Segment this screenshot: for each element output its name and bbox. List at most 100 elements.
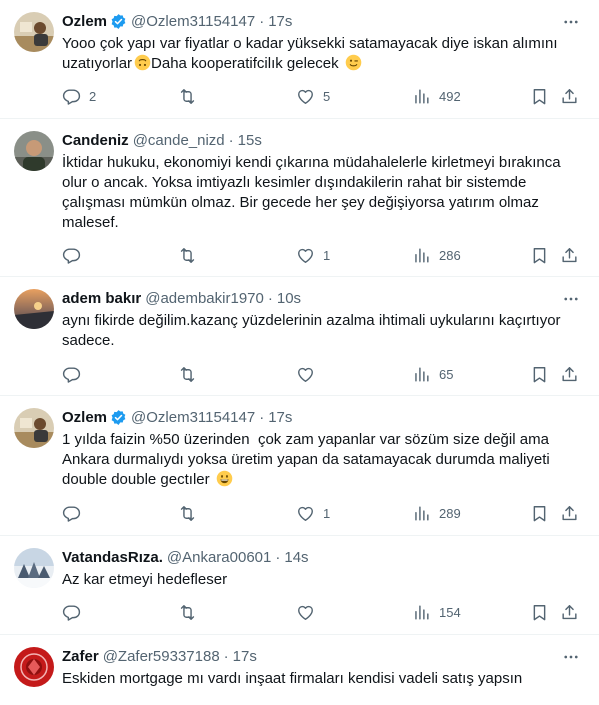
- tweet-actions: 65: [0, 362, 599, 386]
- reply-button[interactable]: [62, 600, 81, 624]
- separator-dot: ·: [228, 131, 234, 149]
- views-button[interactable]: 154: [412, 600, 461, 624]
- avatar[interactable]: [14, 289, 54, 329]
- more-options-icon[interactable]: [561, 289, 581, 309]
- repost-icon: [178, 603, 197, 622]
- grinning-face-emoji-icon: [216, 470, 233, 487]
- share-button[interactable]: [560, 362, 579, 386]
- display-name[interactable]: Zafer: [62, 648, 99, 665]
- tweet-text-line: uzatıyorlar: [62, 55, 133, 72]
- tweet[interactable]: VatandasRıza. @Ankara00601 · 14s Az kar …: [0, 536, 599, 635]
- more-options-icon[interactable]: [561, 647, 581, 667]
- repost-icon: [178, 365, 197, 384]
- display-name[interactable]: VatandasRıza.: [62, 549, 163, 566]
- tweet[interactable]: Zafer @Zafer59337188 · 17s Eskiden mortg…: [0, 635, 599, 705]
- tweet-actions: 154: [0, 600, 599, 624]
- reply-button[interactable]: [62, 362, 81, 386]
- user-handle[interactable]: @Ozlem31154147: [131, 13, 255, 30]
- avatar[interactable]: [14, 12, 54, 52]
- tweet[interactable]: adem bakır @adembakir1970 · 10s aynı fik…: [0, 277, 599, 396]
- bookmark-button[interactable]: [530, 501, 549, 525]
- view-count: 492: [439, 88, 461, 104]
- repost-button[interactable]: [178, 243, 197, 267]
- separator-dot: ·: [259, 408, 265, 426]
- like-button[interactable]: 5: [296, 84, 330, 108]
- more-options-icon[interactable]: [561, 12, 581, 32]
- like-button[interactable]: [296, 362, 315, 386]
- reply-button[interactable]: [62, 501, 81, 525]
- like-count: 5: [323, 88, 331, 104]
- bookmark-button[interactable]: [530, 243, 549, 267]
- views-button[interactable]: 492: [412, 84, 461, 108]
- bookmark-button[interactable]: [530, 600, 549, 624]
- tweet-text: Eskiden mortgage mı vardı inşaat firmala…: [62, 670, 523, 687]
- timestamp[interactable]: 17s: [233, 648, 257, 665]
- tweet-header: adem bakır @adembakir1970 · 10s: [62, 288, 301, 308]
- tweet-text: 1 yılda faizin %50 üzerinden çok zam yap…: [62, 430, 582, 490]
- like-button[interactable]: 1: [296, 243, 330, 267]
- view-count: 65: [439, 366, 454, 382]
- avatar[interactable]: [14, 647, 54, 687]
- heart-icon: [296, 504, 315, 523]
- reply-button[interactable]: [62, 243, 81, 267]
- reply-button[interactable]: 2: [62, 84, 96, 108]
- timestamp[interactable]: 15s: [238, 132, 262, 149]
- like-count: 1: [323, 505, 331, 521]
- views-button[interactable]: 65: [412, 362, 453, 386]
- user-handle[interactable]: @cande_nizd: [133, 132, 225, 149]
- timestamp[interactable]: 17s: [268, 409, 292, 426]
- tweet[interactable]: Ozlem @Ozlem31154147 · 17s Yooo çok yapı…: [0, 0, 599, 119]
- tweet-text: Yooo çok yapı var fiyatlar o kadar yükse…: [62, 34, 582, 74]
- repost-icon: [178, 87, 197, 106]
- bookmark-button[interactable]: [530, 362, 549, 386]
- bookmark-icon: [530, 504, 549, 523]
- display-name[interactable]: Candeniz: [62, 132, 129, 149]
- avatar[interactable]: [14, 548, 54, 588]
- tweet-actions: 2 5 492: [0, 84, 599, 108]
- tweet[interactable]: Candeniz @cande_nizd · 15s İktidar hukuk…: [0, 119, 599, 277]
- tweet-text-line: double double gectıler: [62, 471, 210, 488]
- bookmark-icon: [530, 365, 549, 384]
- like-button[interactable]: 1: [296, 501, 330, 525]
- repost-icon: [178, 504, 197, 523]
- share-icon: [560, 504, 579, 523]
- heart-icon: [296, 603, 315, 622]
- heart-icon: [296, 246, 315, 265]
- views-button[interactable]: 289: [412, 501, 461, 525]
- share-button[interactable]: [560, 243, 579, 267]
- bookmark-icon: [530, 603, 549, 622]
- timestamp[interactable]: 14s: [284, 549, 308, 566]
- share-button[interactable]: [560, 501, 579, 525]
- user-handle[interactable]: @adembakir1970: [145, 290, 264, 307]
- user-handle[interactable]: @Ozlem31154147: [131, 409, 255, 426]
- views-button[interactable]: 286: [412, 243, 461, 267]
- tweet-header: Candeniz @cande_nizd · 15s: [62, 130, 262, 150]
- share-button[interactable]: [560, 84, 579, 108]
- reply-icon: [62, 603, 81, 622]
- repost-button[interactable]: [178, 501, 197, 525]
- user-handle[interactable]: @Ankara00601: [167, 549, 271, 566]
- share-icon: [560, 365, 579, 384]
- repost-button[interactable]: [178, 362, 197, 386]
- user-handle[interactable]: @Zafer59337188: [103, 648, 220, 665]
- tweet-header: Zafer @Zafer59337188 · 17s: [62, 646, 257, 666]
- reply-count: 2: [89, 88, 97, 104]
- views-chart-icon: [412, 504, 431, 523]
- avatar[interactable]: [14, 131, 54, 171]
- like-button[interactable]: [296, 600, 315, 624]
- tweet[interactable]: Ozlem @Ozlem31154147 · 17s 1 yılda faizi…: [0, 396, 599, 536]
- bookmark-button[interactable]: [530, 84, 549, 108]
- timestamp[interactable]: 10s: [277, 290, 301, 307]
- share-button[interactable]: [560, 600, 579, 624]
- views-chart-icon: [412, 365, 431, 384]
- share-icon: [560, 87, 579, 106]
- display-name[interactable]: adem bakır: [62, 290, 141, 307]
- display-name[interactable]: Ozlem: [62, 409, 107, 426]
- avatar[interactable]: [14, 408, 54, 448]
- separator-dot: ·: [223, 647, 229, 665]
- display-name[interactable]: Ozlem: [62, 13, 107, 30]
- repost-button[interactable]: [178, 600, 197, 624]
- timestamp[interactable]: 17s: [268, 13, 292, 30]
- bookmark-icon: [530, 87, 549, 106]
- repost-button[interactable]: [178, 84, 197, 108]
